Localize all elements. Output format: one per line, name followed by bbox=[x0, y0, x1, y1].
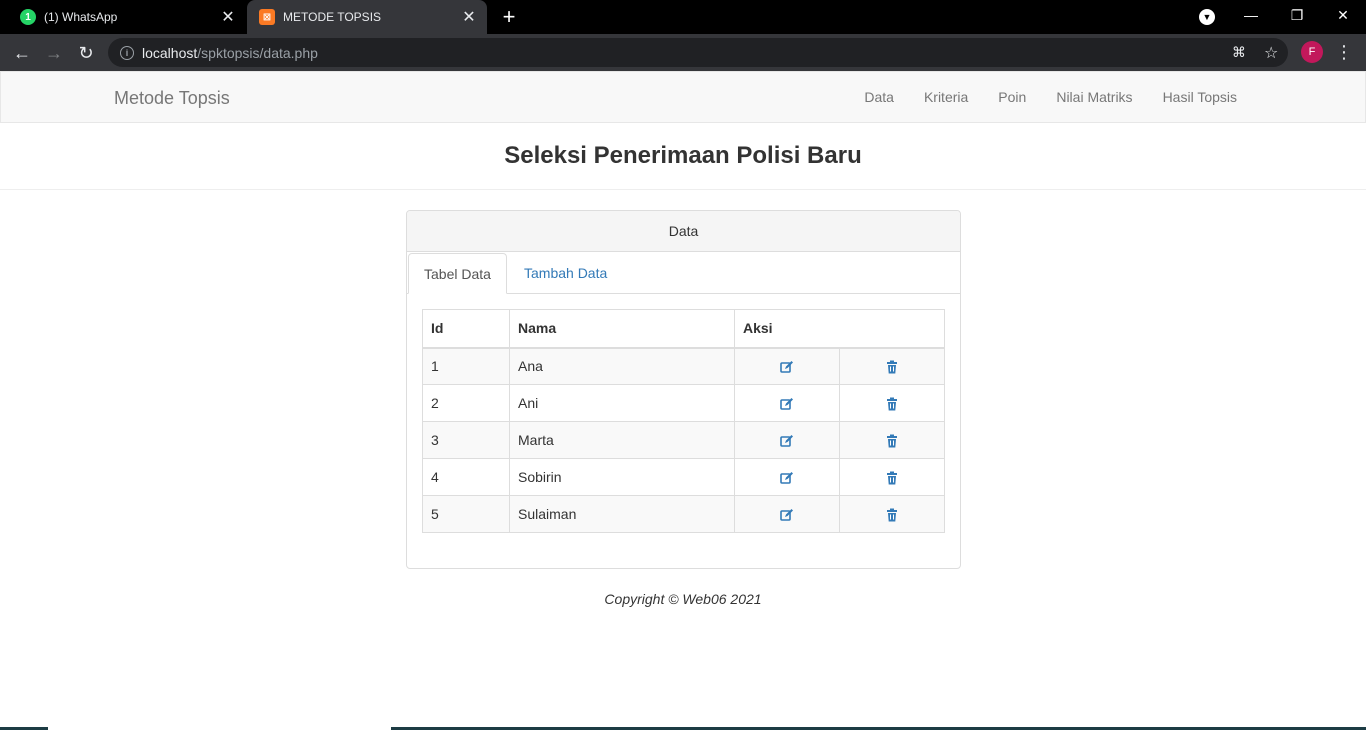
navbar: Metode Topsis Data Kriteria Poin Nilai M… bbox=[0, 71, 1366, 123]
browser-tabstrip: 1 (1) WhatsApp ✕ ⊠ METODE TOPSIS ✕ + ▼ —… bbox=[0, 0, 1366, 34]
table-row: 4 Sobirin bbox=[422, 458, 945, 496]
trash-icon[interactable] bbox=[885, 360, 899, 374]
restore-icon[interactable]: ❐ bbox=[1274, 0, 1320, 30]
table-row: 5 Sulaiman bbox=[422, 495, 945, 533]
table-row: 3 Marta bbox=[422, 421, 945, 459]
address-bar[interactable]: i localhost/spktopsis/data.php ⌘ ☆ bbox=[108, 38, 1288, 67]
column-header-id: Id bbox=[422, 309, 510, 349]
panel-heading: Data bbox=[407, 211, 960, 252]
delete-button[interactable] bbox=[839, 384, 945, 422]
cell-id: 1 bbox=[422, 347, 510, 385]
table-header-row: Id Nama Aksi bbox=[422, 309, 945, 349]
url-text: localhost/spktopsis/data.php bbox=[142, 44, 318, 61]
cell-nama: Sulaiman bbox=[509, 495, 735, 533]
menu-icon[interactable]: ⋮ bbox=[1335, 41, 1353, 63]
delete-button[interactable] bbox=[839, 458, 945, 496]
navbar-brand[interactable]: Metode Topsis bbox=[114, 88, 230, 109]
window-controls: — ❐ ✕ bbox=[1228, 0, 1366, 30]
page: Metode Topsis Data Kriteria Poin Nilai M… bbox=[0, 71, 1366, 730]
edit-icon[interactable] bbox=[780, 434, 794, 448]
tab-tambah-data[interactable]: Tambah Data bbox=[509, 253, 622, 294]
table-row: 2 Ani bbox=[422, 384, 945, 422]
delete-button[interactable] bbox=[839, 347, 945, 385]
nav-link-hasil-topsis[interactable]: Hasil Topsis bbox=[1148, 72, 1252, 122]
back-icon[interactable]: ← bbox=[9, 40, 35, 66]
trash-icon[interactable] bbox=[885, 508, 899, 522]
tab-metode-topsis[interactable]: ⊠ METODE TOPSIS ✕ bbox=[247, 0, 487, 34]
whatsapp-icon: 1 bbox=[20, 9, 36, 25]
edit-icon[interactable] bbox=[780, 508, 794, 522]
star-icon[interactable]: ☆ bbox=[1264, 43, 1278, 63]
xampp-icon: ⊠ bbox=[259, 9, 275, 25]
nav-link-data[interactable]: Data bbox=[849, 72, 909, 122]
page-title: Seleksi Penerimaan Polisi Baru bbox=[504, 142, 862, 169]
nav-links: Data Kriteria Poin Nilai Matriks Hasil T… bbox=[849, 72, 1252, 122]
browser-toolbar: ← → ↻ i localhost/spktopsis/data.php ⌘ ☆ bbox=[0, 34, 1366, 71]
footer-copyright: Copyright © Web06 2021 bbox=[604, 591, 762, 607]
tab-title: (1) WhatsApp bbox=[44, 10, 118, 24]
cell-nama: Sobirin bbox=[509, 458, 735, 496]
close-icon[interactable]: ✕ bbox=[216, 5, 240, 29]
edit-icon[interactable] bbox=[780, 471, 794, 485]
data-panel: Data Tabel Data Tambah Data Id Nama Aksi… bbox=[406, 210, 961, 569]
tab-title: METODE TOPSIS bbox=[283, 10, 382, 24]
close-icon[interactable]: ✕ bbox=[457, 5, 481, 29]
tab-whatsapp[interactable]: 1 (1) WhatsApp ✕ bbox=[8, 0, 246, 34]
cell-nama: Ana bbox=[509, 347, 735, 385]
trash-icon[interactable] bbox=[885, 434, 899, 448]
close-window-icon[interactable]: ✕ bbox=[1320, 0, 1366, 30]
translate-icon[interactable]: ⌘ bbox=[1232, 44, 1246, 61]
table-row: 1 Ana bbox=[422, 347, 945, 385]
edit-button[interactable] bbox=[734, 347, 840, 385]
column-header-nama: Nama bbox=[509, 309, 735, 349]
edit-icon[interactable] bbox=[780, 397, 794, 411]
tab-tabel-data[interactable]: Tabel Data bbox=[408, 253, 507, 294]
new-tab-button[interactable]: + bbox=[497, 4, 521, 29]
cell-id: 5 bbox=[422, 495, 510, 533]
trash-icon[interactable] bbox=[885, 471, 899, 485]
info-icon[interactable]: i bbox=[120, 45, 134, 60]
cell-id: 4 bbox=[422, 458, 510, 496]
trash-icon[interactable] bbox=[885, 397, 899, 411]
avatar[interactable]: F bbox=[1301, 41, 1323, 63]
data-table: Id Nama Aksi 1 Ana 2 Ani 3 Marta 4 Sobirin 5 Sula… bbox=[422, 309, 945, 533]
delete-button[interactable] bbox=[839, 495, 945, 533]
edit-button[interactable] bbox=[734, 495, 840, 533]
cell-nama: Ani bbox=[509, 384, 735, 422]
edit-button[interactable] bbox=[734, 421, 840, 459]
delete-button[interactable] bbox=[839, 421, 945, 459]
nav-link-poin[interactable]: Poin bbox=[983, 72, 1041, 122]
edit-button[interactable] bbox=[734, 458, 840, 496]
panel-tabs: Tabel Data Tambah Data bbox=[407, 252, 960, 294]
chevron-down-icon[interactable]: ▼ bbox=[1199, 9, 1215, 25]
cell-id: 2 bbox=[422, 384, 510, 422]
page-header: Seleksi Penerimaan Polisi Baru bbox=[0, 123, 1366, 190]
minimize-icon[interactable]: — bbox=[1228, 0, 1274, 30]
column-header-aksi: Aksi bbox=[734, 309, 945, 349]
forward-icon[interactable]: → bbox=[41, 40, 67, 66]
edit-icon[interactable] bbox=[780, 360, 794, 374]
nav-link-kriteria[interactable]: Kriteria bbox=[909, 72, 983, 122]
cell-nama: Marta bbox=[509, 421, 735, 459]
nav-link-nilai-matriks[interactable]: Nilai Matriks bbox=[1041, 72, 1147, 122]
cell-id: 3 bbox=[422, 421, 510, 459]
edit-button[interactable] bbox=[734, 384, 840, 422]
reload-icon[interactable]: ↻ bbox=[73, 40, 99, 66]
